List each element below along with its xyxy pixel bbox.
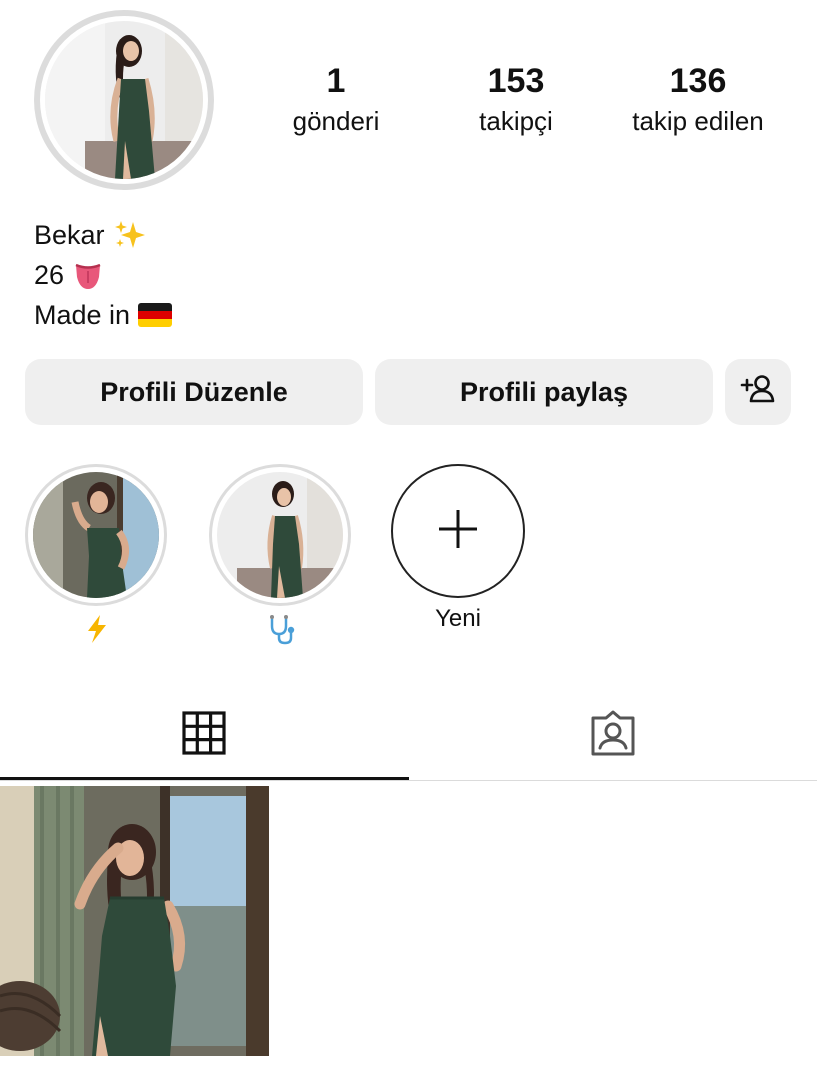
tab-tagged[interactable] (409, 690, 817, 780)
highlight-1-label (25, 614, 169, 649)
bio-line-1: Bekar (34, 215, 172, 255)
followers-label: takipçi (479, 106, 553, 136)
new-highlight-label: Yeni (435, 605, 481, 632)
highlight-2-ring (209, 464, 351, 606)
highlight-2-label (209, 614, 353, 651)
bio-line-2: 26 (34, 255, 172, 295)
high-voltage-icon (84, 614, 110, 649)
following-label: takip edilen (632, 106, 764, 136)
profile-bio: Bekar 26 Made in (34, 215, 173, 335)
tab-divider (0, 780, 817, 781)
grid-icon (182, 710, 226, 760)
add-person-icon (740, 373, 776, 412)
highlight-1-cover (33, 472, 159, 598)
active-tab-indicator (0, 777, 409, 780)
edit-profile-button[interactable]: Profili Düzenle (25, 359, 363, 425)
tongue-icon (72, 259, 104, 291)
highlight-2-cover (217, 472, 343, 598)
bio-line-1-text: Bekar (34, 220, 105, 250)
highlight-1-ring (25, 464, 167, 606)
following-count: 136 (669, 62, 727, 100)
highlight-2[interactable] (209, 464, 353, 651)
posts-stat[interactable]: 1 gönderi (276, 58, 396, 138)
profile-avatar (40, 16, 208, 184)
plus-icon (436, 507, 480, 556)
new-highlight[interactable]: Yeni (391, 464, 525, 634)
profile-photo (45, 21, 203, 179)
bio-line-3-text: Made in (34, 300, 131, 330)
profile-avatar-ring[interactable] (34, 10, 214, 190)
flag-germany-icon (138, 303, 173, 327)
bio-line-2-text: 26 (34, 260, 65, 290)
tab-posts-grid[interactable] (0, 690, 408, 780)
bio-line-3: Made in (34, 295, 173, 335)
stethoscope-icon (266, 614, 296, 651)
new-highlight-button[interactable] (391, 464, 525, 598)
share-profile-button[interactable]: Profili paylaş (375, 359, 713, 425)
followers-stat[interactable]: 153 takipçi (456, 58, 576, 138)
posts-label: gönderi (292, 106, 380, 136)
posts-count: 1 (326, 62, 346, 100)
following-stat[interactable]: 136 takip edilen (612, 58, 784, 138)
post-thumbnail[interactable] (0, 786, 269, 1056)
tagged-icon (589, 709, 637, 762)
sparkles-icon (113, 218, 147, 252)
followers-count: 153 (487, 62, 545, 100)
highlight-1[interactable] (25, 464, 169, 649)
discover-people-button[interactable] (725, 359, 791, 425)
